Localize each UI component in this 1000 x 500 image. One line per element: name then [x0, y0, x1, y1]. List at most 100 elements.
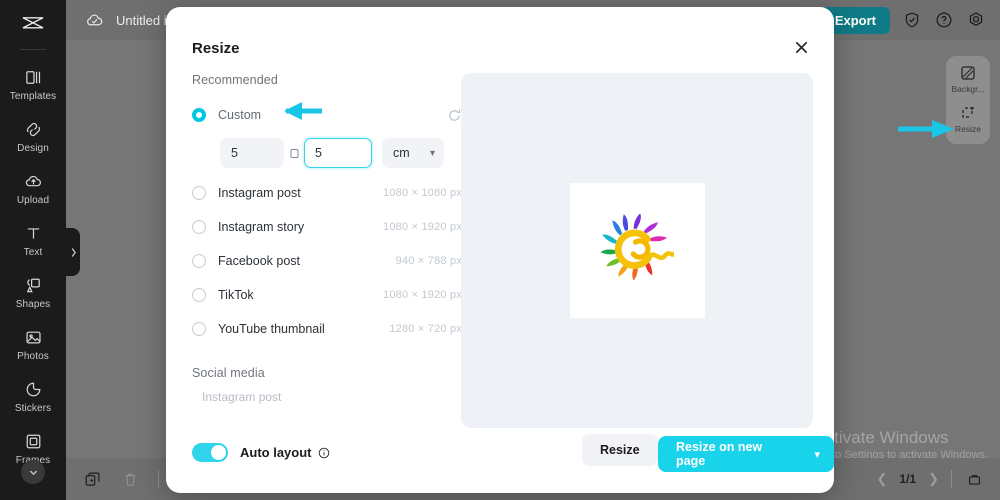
right-panel-item-background[interactable]: Backgr... [946, 64, 990, 94]
document-title[interactable]: Untitled i [116, 13, 167, 28]
option-dimensions: 1080 × 1920 px [383, 221, 462, 233]
chevron-left-icon[interactable]: ❮ [877, 471, 888, 487]
pages-grid-icon[interactable] [964, 469, 984, 489]
background-icon [959, 64, 977, 82]
width-input[interactable] [220, 138, 284, 168]
link-aspect-icon[interactable] [286, 143, 302, 163]
resize-modal: Resize Recommended Custom 5 5 cm ▾ Insta… [166, 7, 834, 493]
chevron-down-icon[interactable]: ▾ [814, 448, 820, 461]
upload-cloud-icon [22, 170, 44, 192]
auto-layout-label: Auto layout [240, 445, 312, 460]
chevron-down-icon [29, 470, 37, 475]
left-sidebar: Templates Design Upload Text Shapes Phot… [0, 0, 66, 500]
sidebar-label-text: Text [23, 247, 43, 258]
height-input[interactable] [304, 138, 372, 168]
bottom-bar-divider [158, 470, 159, 488]
option-facebook-post[interactable]: Facebook post 940 × 788 px [192, 244, 462, 278]
resize-icon [959, 104, 977, 122]
unit-value: cm [393, 146, 410, 160]
option-youtube-thumbnail[interactable]: YouTube thumbnail 1280 × 720 px [192, 312, 462, 346]
design-icon [22, 118, 44, 140]
sidebar-more-button[interactable] [21, 460, 45, 484]
photos-icon [22, 326, 44, 348]
option-label-custom: Custom [218, 108, 262, 122]
radio-custom[interactable] [192, 108, 206, 122]
option-label: Facebook post [218, 254, 300, 268]
modal-title: Resize [192, 40, 240, 57]
option-dimensions: 940 × 788 px [395, 255, 462, 267]
sidebar-item-text[interactable]: Text [0, 214, 66, 266]
option-label: Instagram post [218, 186, 301, 200]
sidebar-item-shapes[interactable]: Shapes [0, 266, 66, 318]
bottom-bar-divider-2 [951, 470, 952, 488]
auto-layout-toggle[interactable] [192, 443, 228, 462]
page-counter: 1/1 [899, 472, 917, 486]
shapes-icon [22, 274, 44, 296]
page-thumbnail[interactable] [569, 183, 705, 318]
radio-instagram-story[interactable] [192, 220, 206, 234]
preset-list: Instagram post 1080 × 1080 px Instagram … [192, 176, 462, 346]
settings-gear-icon[interactable] [966, 10, 986, 30]
sidebar-label-shapes: Shapes [15, 299, 51, 310]
social-media-section: Social media Instagram post [192, 366, 462, 404]
info-circle-icon[interactable] [318, 446, 331, 459]
chevron-right-icon [71, 247, 76, 257]
resize-on-new-page-button[interactable]: Resize on new page ▾ [658, 436, 834, 472]
option-instagram-story[interactable]: Instagram story 1080 × 1920 px [192, 210, 462, 244]
page-navigation: ❮ 1/1 ❯ [877, 469, 985, 489]
rainbow-sun-logo [600, 212, 677, 288]
radio-youtube-thumbnail[interactable] [192, 322, 206, 336]
app-logo-icon[interactable] [13, 8, 53, 44]
sidebar-item-photos[interactable]: Photos [0, 318, 66, 370]
option-dimensions: 1080 × 1080 px [383, 187, 462, 199]
right-panel-item-resize[interactable]: Resize [946, 104, 990, 134]
radio-facebook-post[interactable] [192, 254, 206, 268]
sidebar-divider [20, 49, 46, 50]
sidebar-collapse-handle[interactable] [66, 228, 80, 276]
sidebar-label-design: Design [17, 143, 49, 154]
help-circle-icon[interactable] [934, 10, 954, 30]
option-label: Instagram story [218, 220, 305, 234]
social-media-heading: Social media [192, 366, 265, 380]
duplicate-page-icon[interactable] [82, 469, 102, 489]
sidebar-item-templates[interactable]: Templates [0, 58, 66, 110]
unit-select[interactable]: cm ▾ [382, 138, 444, 168]
option-label: TikTok [218, 288, 254, 302]
right-panel-label-resize: Resize [955, 124, 981, 134]
text-icon [22, 222, 44, 244]
sidebar-item-upload[interactable]: Upload [0, 162, 66, 214]
sidebar-label-templates: Templates [9, 91, 57, 102]
app-root: Backgr... Resize Untitled i Export ❮ 1/1… [0, 0, 1000, 500]
shield-check-icon[interactable] [902, 10, 922, 30]
preview-panel [461, 73, 813, 428]
option-custom[interactable]: Custom [192, 98, 462, 132]
option-instagram-post[interactable]: Instagram post 1080 × 1080 px [192, 176, 462, 210]
radio-tiktok[interactable] [192, 288, 206, 302]
social-media-item-instagram-post[interactable]: Instagram post [202, 390, 462, 404]
option-dimensions: 1280 × 720 px [389, 323, 462, 335]
sidebar-item-design[interactable]: Design [0, 110, 66, 162]
resize-button[interactable]: Resize [582, 434, 658, 466]
right-panel-label-background: Backgr... [951, 84, 985, 94]
sidebar-label-upload: Upload [16, 195, 50, 206]
chevron-right-icon[interactable]: ❯ [928, 471, 939, 487]
frames-icon [22, 430, 44, 452]
delete-page-icon[interactable] [120, 469, 140, 489]
sidebar-item-stickers[interactable]: Stickers [0, 370, 66, 422]
close-x-icon[interactable] [790, 36, 812, 58]
chevron-down-icon: ▾ [429, 147, 435, 159]
option-label: YouTube thumbnail [218, 322, 325, 336]
auto-layout-row: Auto layout [192, 443, 331, 462]
reset-circle-icon[interactable] [446, 107, 462, 123]
option-tiktok[interactable]: TikTok 1080 × 1920 px [192, 278, 462, 312]
resize-on-new-page-label: Resize on new page [676, 440, 763, 468]
recommended-heading: Recommended [192, 73, 278, 87]
right-tool-panel: Backgr... Resize [946, 56, 990, 144]
sidebar-label-photos: Photos [17, 351, 49, 362]
radio-instagram-post[interactable] [192, 186, 206, 200]
option-dimensions: 1080 × 1920 px [383, 289, 462, 301]
top-bar-actions: Export [820, 6, 986, 34]
modal-left-column: Recommended Custom 5 5 cm ▾ Instagram po… [192, 73, 462, 404]
toggle-knob [211, 445, 226, 460]
cloud-check-icon [84, 10, 104, 30]
